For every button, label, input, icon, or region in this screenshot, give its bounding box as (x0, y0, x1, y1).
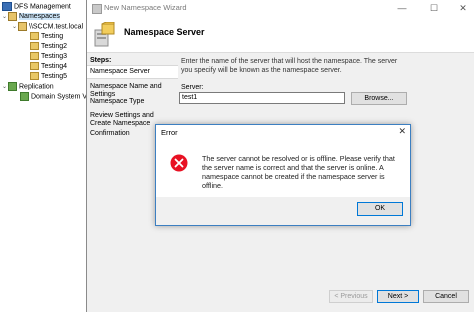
tree-item-namespaces[interactable]: ⌄ Namespaces (2, 12, 60, 22)
tree-item-label: Testing4 (41, 63, 68, 70)
steps-label: Steps: (90, 57, 112, 64)
tree-item-testing[interactable]: Testing (30, 32, 63, 42)
tree-item-label: DFS Management (14, 3, 71, 11)
tree-item-testing3[interactable]: Testing3 (30, 52, 67, 62)
folder-icon (30, 32, 39, 41)
error-dialog-titlebar[interactable]: Error ✕ (156, 125, 410, 139)
tree-item-testing2[interactable]: Testing2 (30, 42, 67, 52)
folder-icon (30, 42, 39, 51)
error-dialog: Error ✕ The server cannot be resolved or… (155, 124, 411, 226)
tree-item-dfs-management[interactable]: DFS Management (2, 2, 71, 12)
cancel-button[interactable]: Cancel (423, 290, 469, 303)
tree-item-label: Domain System V (31, 93, 88, 101)
maximize-button[interactable]: ☐ (425, 1, 443, 15)
tree-item-testing4[interactable]: Testing4 (30, 62, 67, 72)
minimize-button[interactable]: — (393, 1, 411, 15)
tree-item-label: \\SCCM.test.local (29, 23, 84, 31)
tree-item-replication[interactable]: ⌄ Replication (2, 82, 54, 92)
error-icon (170, 154, 188, 172)
tree-item-sccm-namespace[interactable]: ⌄ \\SCCM.test.local (12, 22, 83, 32)
tree-item-testing5[interactable]: Testing5 (30, 72, 67, 82)
next-button[interactable]: Next > (377, 290, 419, 303)
error-message: The server cannot be resolved or is offl… (202, 154, 395, 190)
namespace-folder-icon (8, 12, 17, 21)
server-label: Server: (181, 84, 204, 91)
tree-item-domain-system-volume[interactable]: Domain System V (20, 92, 87, 102)
wizard-titlebar[interactable]: New Namespace Wizard — ☐ ✕ (87, 0, 474, 16)
ok-button[interactable]: OK (357, 202, 403, 216)
folder-icon (30, 72, 39, 81)
wizard-title: New Namespace Wizard (104, 3, 187, 12)
replication-icon (8, 82, 17, 91)
server-input[interactable]: test1 (179, 92, 345, 104)
tree-item-label: Replication (19, 83, 54, 91)
error-dialog-title: Error (161, 128, 178, 137)
dfs-icon (2, 2, 12, 11)
previous-button[interactable]: < Previous (329, 290, 373, 303)
namespace-icon (18, 22, 27, 31)
step-namespace-name-and-settings: Namespace Name and Settings (90, 83, 162, 98)
close-button[interactable]: ✕ (454, 1, 472, 15)
namespace-server-icon (94, 22, 115, 47)
replication-group-icon (20, 92, 29, 101)
wizard-app-icon (92, 4, 102, 14)
step-namespace-server: Namespace Server (87, 65, 178, 79)
tree-item-label: Testing3 (41, 53, 68, 60)
folder-icon (30, 62, 39, 71)
page-title: Namespace Server (124, 27, 205, 37)
step-namespace-type: Namespace Type (90, 98, 145, 105)
browse-button[interactable]: Browse... (351, 92, 407, 105)
tree-item-label: Namespaces (19, 13, 60, 21)
tree-item-label: Testing5 (41, 73, 68, 80)
error-dialog-footer: OK (156, 197, 410, 225)
folder-icon (30, 52, 39, 61)
error-dialog-body: The server cannot be resolved or is offl… (156, 139, 410, 197)
tree-item-label: Testing (41, 33, 64, 40)
dfs-management-tree: DFS Management ⌄ Namespaces ⌄ \\SCCM.test.… (0, 0, 90, 312)
wizard-header: Namespace Server (87, 16, 474, 53)
instruction-text: Enter the name of the server that will h… (181, 58, 398, 74)
close-icon[interactable]: ✕ (398, 126, 406, 137)
tree-item-label: Testing2 (41, 43, 68, 50)
